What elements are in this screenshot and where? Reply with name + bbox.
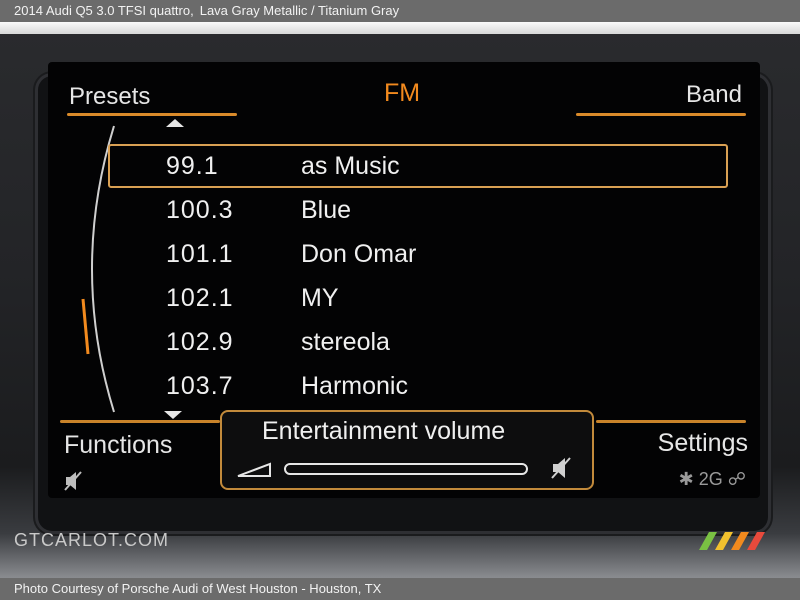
volume-popup: Entertainment volume <box>220 410 594 490</box>
station-row[interactable]: 102.9 stereola <box>108 320 728 364</box>
station-frequency: 102.1 <box>166 284 234 312</box>
fm-source-label: FM <box>384 79 421 107</box>
watermark: GTCARLOT.COM <box>14 530 170 550</box>
functions-overline <box>60 420 220 423</box>
station-name: Harmonic <box>301 372 408 400</box>
station-frequency: 100.3 <box>166 196 234 224</box>
station-frequency: 99.1 <box>166 152 219 180</box>
photo-top-strip <box>0 22 800 34</box>
volume-popup-title: Entertainment volume <box>262 417 506 445</box>
band-button[interactable]: Band <box>686 81 742 109</box>
station-name: MY <box>301 284 339 312</box>
bluetooth-icon: ✱ <box>678 468 694 489</box>
station-list: 99.1 as Music 100.3 Blue 101.1 Don Omar … <box>108 144 728 408</box>
status-area: ✱ 2G ☍ <box>679 468 746 490</box>
station-row[interactable]: 101.1 Don Omar <box>108 232 728 276</box>
settings-button[interactable]: Settings <box>658 429 748 458</box>
network-status: 2G <box>698 468 723 489</box>
functions-button[interactable]: Functions <box>64 431 172 460</box>
station-row[interactable]: 99.1 as Music <box>108 144 728 188</box>
scroll-position-indicator <box>81 298 90 355</box>
mute-status-icon <box>64 471 82 491</box>
station-row[interactable]: 102.1 MY <box>108 276 728 320</box>
station-frequency: 103.7 <box>166 372 234 400</box>
watermark-logo-icon <box>699 532 765 550</box>
station-frequency: 102.9 <box>166 328 234 356</box>
station-name: Blue <box>301 196 352 224</box>
caption-title: 2014 Audi Q5 3.0 TFSI quattro, <box>14 3 194 18</box>
station-row[interactable]: 100.3 Blue <box>108 188 728 232</box>
station-row[interactable]: 103.7 Harmonic <box>108 364 728 408</box>
station-frequency: 101.1 <box>166 240 234 268</box>
phone-icon: ☍ <box>727 468 746 489</box>
presets-button[interactable]: Presets <box>69 83 150 111</box>
photo-credit: Photo Courtesy of Porsche Audi of West H… <box>14 581 382 596</box>
band-underline <box>576 113 746 116</box>
scroll-up-icon[interactable] <box>166 119 184 127</box>
station-name: stereola <box>301 328 390 356</box>
credit-bar: Photo Courtesy of Porsche Audi of West H… <box>0 578 800 600</box>
caption-bar: 2014 Audi Q5 3.0 TFSI quattro, Lava Gray … <box>0 0 800 22</box>
mmi-screen: Presets FM Band 99.1 as Music 100.3 Blue… <box>48 62 760 498</box>
station-name: Don Omar <box>301 240 417 268</box>
settings-overline <box>596 420 746 423</box>
station-name: as Music <box>301 152 400 180</box>
speaker-muted-icon <box>551 457 571 479</box>
presets-underline <box>67 113 237 116</box>
volume-slider[interactable] <box>284 463 528 475</box>
volume-ramp-icon <box>237 462 271 477</box>
caption-subtitle: Lava Gray Metallic / Titanium Gray <box>199 3 400 18</box>
scroll-down-icon[interactable] <box>164 411 182 419</box>
